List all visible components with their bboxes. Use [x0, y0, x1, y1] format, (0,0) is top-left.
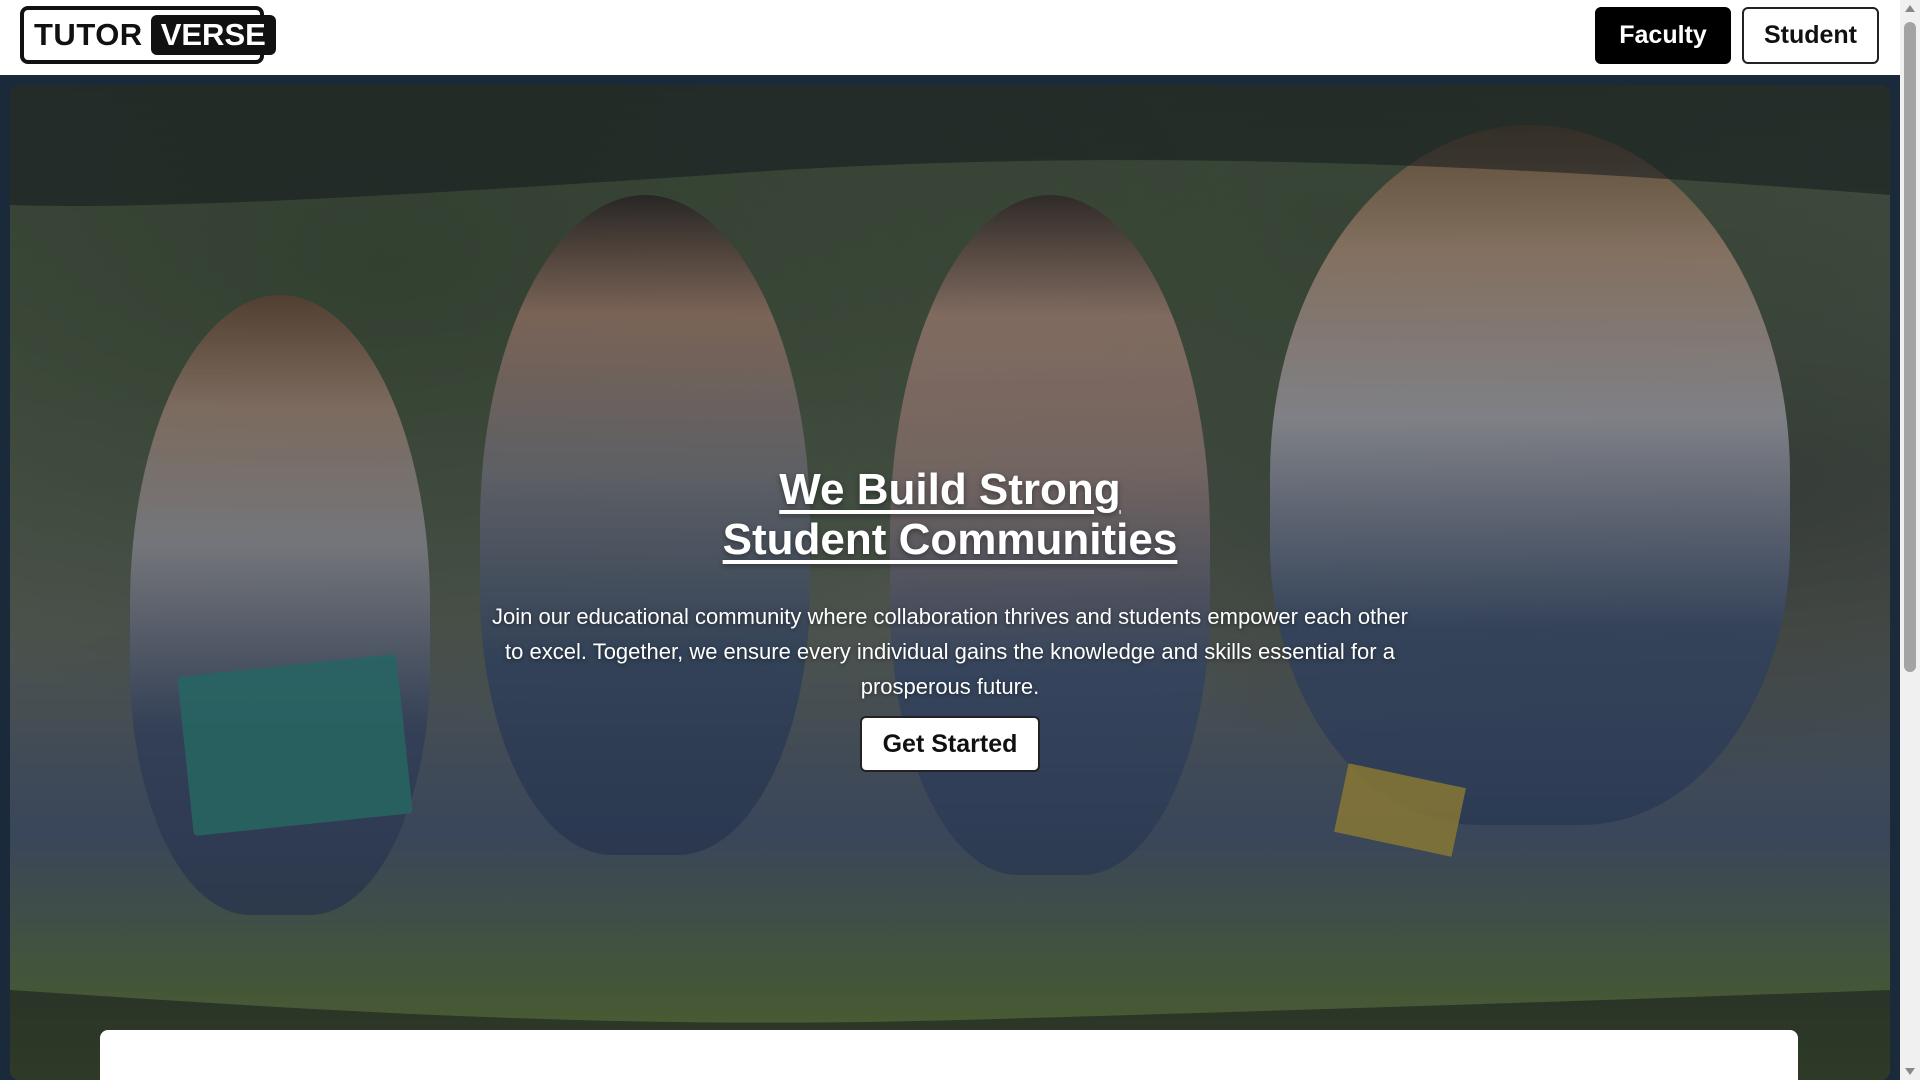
wave-top-decoration	[10, 85, 1890, 206]
hero-title-line1: We Build Strong	[779, 465, 1121, 514]
logo-text-tutor: TUTOR	[34, 17, 143, 52]
scrollbar-thumb[interactable]	[1904, 22, 1916, 672]
hero-title: We Build Strong Student Communities	[10, 465, 1890, 565]
hero-section: We Build Strong Student Communities Join…	[10, 85, 1890, 1080]
content-card	[100, 1030, 1798, 1090]
student-button[interactable]: Student	[1742, 7, 1879, 64]
page-scrollbar[interactable]	[1900, 0, 1920, 1080]
logo-text-verse: VERSE	[150, 15, 276, 55]
hero-description: Join our educational community where col…	[492, 604, 1408, 699]
get-started-button[interactable]: Get Started	[860, 716, 1040, 772]
scroll-up-icon[interactable]	[1905, 5, 1915, 12]
hero-title-line2: Student Communities	[722, 515, 1178, 564]
scroll-down-icon[interactable]	[1905, 1068, 1915, 1075]
hero-content: We Build Strong Student Communities Join…	[10, 465, 1890, 772]
faculty-button[interactable]: Faculty	[1595, 7, 1731, 64]
logo[interactable]: TUTOR VERSE	[20, 6, 276, 64]
site-header: TUTOR VERSE Faculty Student	[0, 0, 1900, 75]
